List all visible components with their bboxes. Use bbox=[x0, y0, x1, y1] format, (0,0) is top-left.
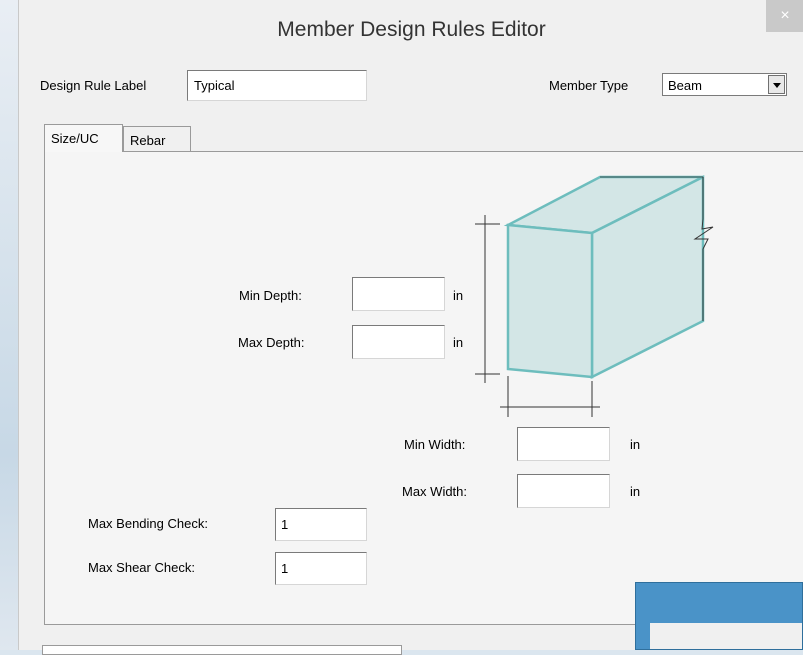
overlapping-window-body bbox=[650, 623, 802, 649]
min-width-label: Min Width: bbox=[404, 437, 466, 452]
bottom-input-partial[interactable] bbox=[42, 645, 402, 655]
member-type-caption: Member Type bbox=[549, 78, 629, 93]
max-width-unit: in bbox=[630, 484, 641, 499]
member-design-rules-editor-window: Member Design Rules Editor × Design Rule… bbox=[18, 0, 803, 655]
max-bending-check-label: Max Bending Check: bbox=[88, 516, 208, 531]
title-bar[interactable]: Member Design Rules Editor × bbox=[19, 0, 803, 62]
max-width-label: Max Width: bbox=[402, 484, 468, 499]
max-width-input[interactable] bbox=[517, 474, 610, 508]
tab-rebar[interactable]: Rebar bbox=[123, 126, 191, 151]
tab-size-uc[interactable]: Size/UC bbox=[44, 124, 123, 152]
max-depth-unit: in bbox=[453, 335, 464, 350]
design-rule-label-caption: Design Rule Label bbox=[40, 78, 147, 93]
min-width-unit: in bbox=[630, 437, 641, 452]
max-depth-label: Max Depth: bbox=[238, 335, 305, 350]
size-uc-panel: Min Depth: in Max Depth: in Min Width: i… bbox=[44, 151, 803, 625]
min-depth-unit: in bbox=[453, 288, 464, 303]
min-depth-input[interactable] bbox=[352, 277, 445, 311]
beam-section-diagram-icon bbox=[475, 174, 714, 417]
min-depth-label: Min Depth: bbox=[239, 288, 302, 303]
window-title: Member Design Rules Editor bbox=[277, 18, 546, 41]
desktop-background bbox=[0, 0, 18, 650]
overlapping-window[interactable] bbox=[635, 582, 803, 650]
tab-rebar-label: Rebar bbox=[130, 133, 166, 148]
max-depth-input[interactable] bbox=[352, 325, 445, 359]
close-button[interactable]: × bbox=[766, 0, 803, 32]
chevron-down-icon[interactable] bbox=[768, 75, 785, 94]
max-shear-check-label: Max Shear Check: bbox=[88, 560, 195, 575]
member-type-select[interactable]: Beam bbox=[662, 73, 787, 96]
member-type-value: Beam bbox=[668, 78, 702, 93]
close-icon: × bbox=[780, 7, 790, 24]
tab-size-uc-label: Size/UC bbox=[51, 131, 99, 146]
max-bending-check-input[interactable] bbox=[275, 508, 367, 541]
min-width-input[interactable] bbox=[517, 427, 610, 461]
max-shear-check-input[interactable] bbox=[275, 552, 367, 585]
design-rule-label-input[interactable] bbox=[187, 70, 367, 101]
